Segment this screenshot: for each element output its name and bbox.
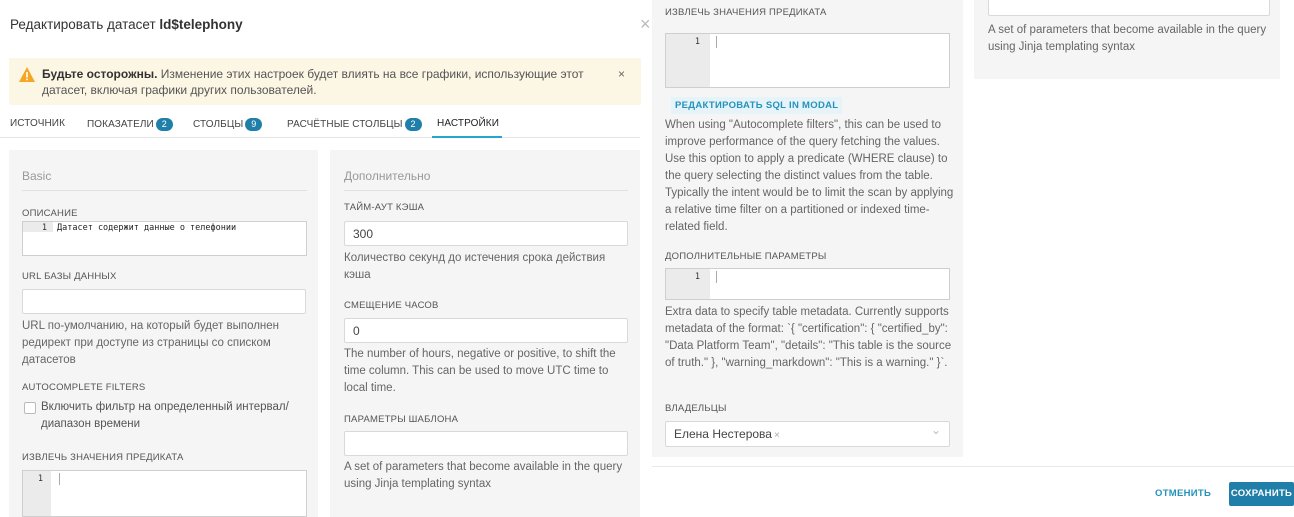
line-number: 1 [694, 37, 700, 47]
hours-offset-help: The number of hours, negative or positiv… [344, 348, 616, 394]
panel-divider [22, 190, 307, 191]
dataset-tabs: ИСТОЧНИК ПОКАЗАТЕЛИ 2 СТОЛБЦЫ 9 РАСЧЁТНЫЕ … [0, 110, 640, 138]
advanced-panel: Дополнительно ТАЙМ-АУТ КЭША Количество с… [330, 150, 640, 517]
owners-select[interactable]: Елена Нестерова × ⌄ [665, 421, 950, 447]
basic-panel-title: Basic [22, 169, 52, 183]
cancel-button[interactable]: ОТМЕНИТЬ [1155, 488, 1211, 499]
modal-header: Редактировать датасет ld$telephony × [0, 0, 652, 50]
description-editor[interactable]: 1 Датасет содержит данные о телефонии [22, 221, 307, 256]
line-number: 1 [694, 272, 700, 282]
modal-title: Редактировать датасет ld$telephony [10, 17, 243, 32]
predicate-editor-right[interactable]: 1 [665, 33, 950, 88]
alert-close-icon[interactable]: × [618, 67, 625, 81]
autocomplete-filters-label: AUTOCOMPLETE FILTERS [22, 382, 146, 393]
hours-offset-label: СМЕЩЕНИЕ ЧАСОВ [344, 300, 439, 311]
advanced-panel-continued: ИЗВЛЕЧЬ ЗНАЧЕНИЯ ПРЕДИКАТА 1 РЕДАКТИРОВА… [652, 0, 963, 457]
tab-source[interactable]: ИСТОЧНИК [10, 118, 65, 129]
tab-settings[interactable]: НАСТРОЙКИ [437, 118, 499, 129]
database-url-input[interactable] [22, 289, 306, 314]
chevron-down-icon[interactable]: ⌄ [931, 423, 941, 437]
footer-divider [652, 466, 1294, 467]
cache-timeout-label: ТАЙМ-АУТ КЭША [344, 202, 425, 213]
predicate-help: When using "Autocomplete filters", this … [665, 119, 954, 233]
columns-count-badge: 9 [245, 118, 263, 131]
metrics-count-badge: 2 [155, 118, 173, 131]
template-params-panel-continued: A set of parameters that become availabl… [974, 0, 1280, 79]
database-url-help: URL по-умолчанию, на который будет выпол… [22, 320, 280, 366]
warning-alert: Будьте осторожны. Изменение этих настрое… [9, 58, 641, 105]
settings-continued: ИЗВЛЕЧЬ ЗНАЧЕНИЯ ПРЕДИКАТА 1 РЕДАКТИРОВА… [652, 0, 1294, 517]
line-number: 1 [41, 223, 47, 233]
template-params-input-continued[interactable] [988, 0, 1270, 16]
text-cursor [59, 473, 60, 485]
tab-metrics[interactable]: ПОКАЗАТЕЛИ 2 [87, 118, 173, 131]
calculated-columns-count-badge: 2 [404, 118, 422, 131]
edit-sql-in-modal-button[interactable]: РЕДАКТИРОВАТЬ SQL IN MODAL [671, 97, 843, 114]
text-cursor [716, 271, 717, 283]
predicate-editor[interactable]: 1 [22, 470, 307, 517]
alert-message: Будьте осторожны. Изменение этих настрое… [42, 67, 584, 97]
owners-label: ВЛАДЕЛЬЦЫ [665, 403, 727, 414]
database-url-label: URL БАЗЫ ДАННЫХ [22, 271, 117, 282]
template-params-input[interactable] [344, 431, 628, 456]
cache-timeout-input[interactable] [344, 221, 628, 246]
template-params-help: A set of parameters that become availabl… [344, 461, 623, 490]
description-label: ОПИСАНИЕ [22, 208, 78, 219]
panel-divider [344, 190, 628, 191]
line-number: 1 [37, 474, 43, 484]
tab-columns[interactable]: СТОЛБЦЫ 9 [193, 118, 263, 131]
predicate-label: ИЗВЛЕЧЬ ЗНАЧЕНИЯ ПРЕДИКАТА [22, 452, 184, 463]
cache-timeout-help: Количество секунд до истечения срока дей… [344, 252, 606, 281]
extra-params-help: Extra data to specify table metadata. Cu… [665, 306, 952, 369]
template-params-label: ПАРАМЕТРЫ ШАБЛОНА [344, 414, 459, 425]
tab-calculated-columns[interactable]: РАСЧЁТНЫЕ СТОЛБЦЫ 2 [287, 118, 422, 131]
description-text: Датасет содержит данные о телефонии [57, 223, 237, 233]
edit-dataset-modal: Редактировать датасет ld$telephony × Буд… [0, 0, 652, 517]
save-button[interactable]: СОХРАНИТЬ [1229, 482, 1294, 506]
text-cursor [716, 36, 717, 48]
warning-icon [19, 67, 35, 82]
predicate-label-right: ИЗВЛЕЧЬ ЗНАЧЕНИЯ ПРЕДИКАТА [665, 7, 827, 18]
extra-params-editor[interactable]: 1 [665, 268, 950, 300]
autocomplete-filters-checkbox[interactable] [24, 402, 36, 414]
extra-params-label: ДОПОЛНИТЕЛЬНЫЕ ПАРАМЕТРЫ [665, 251, 827, 262]
autocomplete-filters-text: Включить фильтр на определенный интервал… [41, 401, 289, 430]
active-tab-indicator [432, 136, 502, 138]
template-params-help-continued: A set of parameters that become availabl… [988, 24, 1267, 53]
close-icon[interactable]: × [640, 15, 651, 33]
advanced-panel-title: Дополнительно [344, 169, 431, 183]
basic-panel: Basic ОПИСАНИЕ 1 Датасет содержит данные… [9, 150, 318, 517]
owner-tag: Елена Нестерова × [674, 427, 780, 441]
remove-tag-icon[interactable]: × [774, 430, 780, 441]
dataset-name: ld$telephony [159, 17, 243, 32]
hours-offset-input[interactable] [344, 318, 628, 343]
